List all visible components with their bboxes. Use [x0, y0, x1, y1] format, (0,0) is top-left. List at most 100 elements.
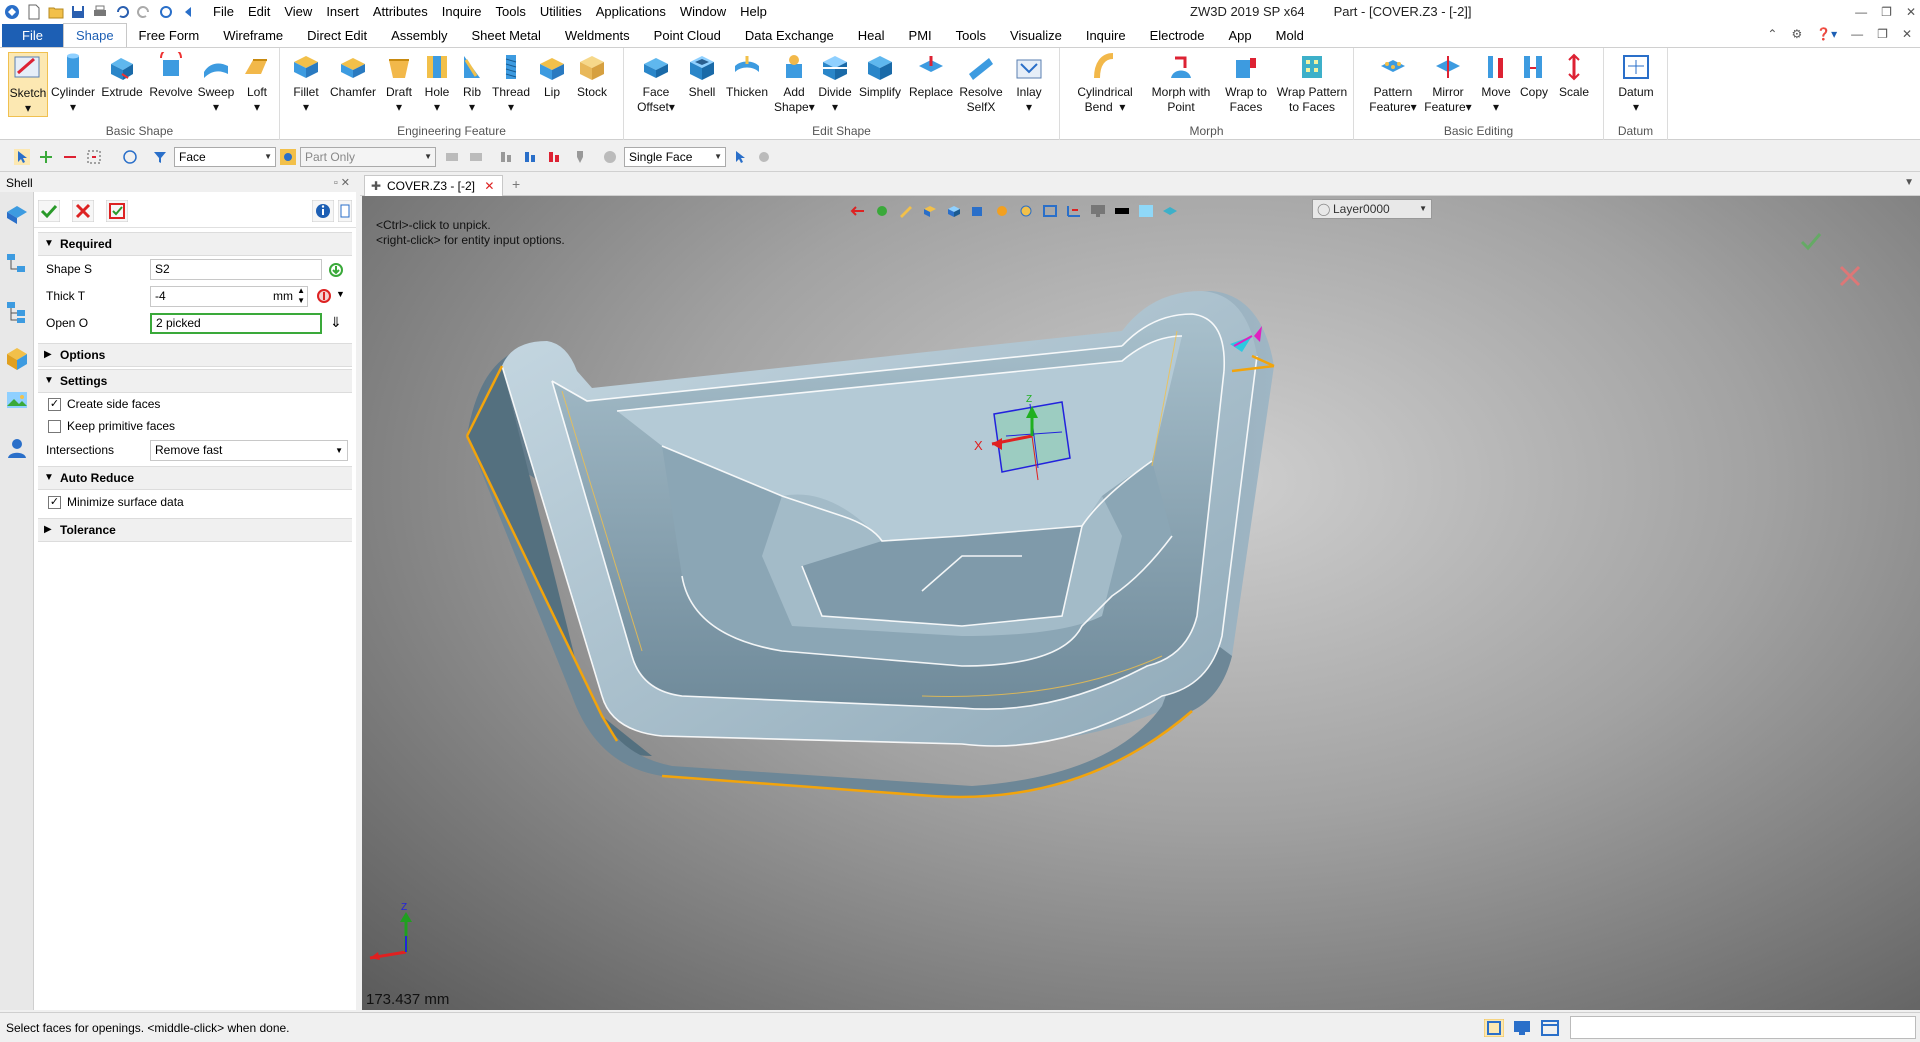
morph-with-point-button[interactable]: Morph with Point	[1144, 52, 1218, 115]
menu-tools[interactable]: Tools	[489, 0, 533, 24]
section-auto-reduce[interactable]: ▼ Auto Reduce	[38, 466, 352, 490]
gear-icon[interactable]: ⚙	[1791, 27, 1802, 41]
cylinder-button[interactable]: Cylinder ▾	[50, 52, 96, 115]
tab-heal[interactable]: Heal	[846, 24, 897, 47]
panel-pin-close-icons[interactable]: ▫ ✕	[334, 174, 350, 192]
3d-viewport[interactable]: ◯ Layer0000 ▼ <Ctrl>-click to unpick. <ri…	[362, 196, 1920, 1010]
close-doc-icon[interactable]: ✕	[1902, 27, 1912, 41]
section-required[interactable]: ▼ Required	[38, 232, 352, 256]
divide-button[interactable]: Divide ▾	[816, 52, 854, 115]
apply-icon[interactable]	[106, 200, 128, 222]
sweep-button[interactable]: Sweep ▾	[196, 52, 236, 115]
document-tab-cover[interactable]: ✚ COVER.Z3 - [-2] ✕	[364, 175, 504, 196]
pick-cursor-icon[interactable]	[14, 149, 30, 165]
tool-b-icon[interactable]	[468, 149, 484, 165]
restore-doc-icon[interactable]: ❐	[1877, 27, 1888, 41]
tab-mold[interactable]: Mold	[1264, 24, 1316, 47]
collapse-ribbon-icon[interactable]: ⌃	[1767, 27, 1777, 41]
tab-assembly[interactable]: Assembly	[379, 24, 459, 47]
status-view-b-icon[interactable]	[1512, 1019, 1532, 1037]
cancel-x-icon[interactable]	[72, 200, 94, 222]
app-logo-icon[interactable]	[4, 4, 20, 20]
add-pick-icon[interactable]	[38, 149, 54, 165]
create-side-faces-checkbox[interactable]: ✓	[48, 398, 61, 411]
menu-file[interactable]: File	[206, 0, 241, 24]
menu-edit[interactable]: Edit	[241, 0, 277, 24]
part-tab-icon[interactable]	[5, 346, 29, 370]
new-file-icon[interactable]	[26, 4, 42, 20]
restore-icon[interactable]: ❐	[1881, 0, 1892, 24]
extrude-button[interactable]: Extrude	[100, 52, 144, 100]
datum-button[interactable]: Datum ▾	[1614, 52, 1658, 115]
draft-button[interactable]: Draft ▾	[380, 52, 418, 115]
revolve-button[interactable]: Revolve	[148, 47, 194, 100]
history-tab-icon[interactable]	[5, 252, 29, 276]
tool-a-icon[interactable]	[444, 149, 460, 165]
tool-f-icon[interactable]	[572, 149, 588, 165]
minimize-surface-checkbox[interactable]: ✓	[48, 496, 61, 509]
tab-list-icon[interactable]: ▼	[1904, 177, 1914, 188]
intersections-select[interactable]: Remove fast ▼	[150, 440, 348, 461]
help-icon[interactable]: ❓▾	[1816, 27, 1837, 41]
face-offset-button[interactable]: Face Offset▾	[632, 52, 680, 115]
shape-filter-icon[interactable]	[122, 149, 138, 165]
pick-mode-select[interactable]: Single Face ▼	[624, 147, 726, 167]
close-icon[interactable]: ✕	[1906, 0, 1916, 24]
open-faces-input[interactable]: 2 picked	[150, 313, 322, 334]
chamfer-button[interactable]: Chamfer	[328, 52, 378, 100]
tool-e-icon[interactable]	[546, 149, 562, 165]
shape-input[interactable]: S2	[150, 259, 322, 280]
thick-measure-icon[interactable]	[316, 288, 332, 304]
image-tab-icon[interactable]	[5, 388, 29, 412]
new-tab-icon[interactable]: +	[512, 176, 520, 192]
print-icon[interactable]	[92, 4, 108, 20]
tab-visualize[interactable]: Visualize	[998, 24, 1074, 47]
mirror-feature-button[interactable]: Mirror Feature▾	[1422, 52, 1474, 115]
filter-type-select[interactable]: Face ▼	[174, 147, 276, 167]
assembly-tab-icon[interactable]	[5, 300, 29, 324]
filter-funnel-icon[interactable]	[152, 149, 168, 165]
keep-primitive-checkbox[interactable]	[48, 420, 61, 433]
open-folder-icon[interactable]	[48, 4, 64, 20]
tab-inquire[interactable]: Inquire	[1074, 24, 1138, 47]
command-input-field[interactable]	[1570, 1016, 1916, 1039]
undo-icon[interactable]	[114, 4, 130, 20]
inlay-button[interactable]: Inlay ▾	[1008, 52, 1050, 115]
tab-data-exchange[interactable]: Data Exchange	[733, 24, 846, 47]
close-tab-icon[interactable]: ✕	[484, 179, 494, 193]
pick-mode-icon[interactable]	[602, 149, 618, 165]
shape-pick-icon[interactable]	[328, 262, 344, 278]
menu-attributes[interactable]: Attributes	[366, 0, 435, 24]
tab-free-form[interactable]: Free Form	[127, 24, 212, 47]
shell-button[interactable]: Shell	[684, 52, 720, 100]
menu-inquire[interactable]: Inquire	[435, 0, 489, 24]
tool-c-icon[interactable]	[498, 149, 514, 165]
simplify-button[interactable]: Simplify	[856, 52, 904, 100]
ok-check-icon[interactable]	[38, 200, 60, 222]
remove-pick-icon[interactable]	[62, 149, 78, 165]
menu-window[interactable]: Window	[673, 0, 733, 24]
tab-direct-edit[interactable]: Direct Edit	[295, 24, 379, 47]
tab-sheet-metal[interactable]: Sheet Metal	[460, 24, 553, 47]
move-button[interactable]: Move ▾	[1478, 52, 1514, 115]
menu-applications[interactable]: Applications	[589, 0, 673, 24]
menu-insert[interactable]: Insert	[319, 0, 366, 24]
regen-icon[interactable]	[158, 4, 174, 20]
scope-select[interactable]: Part Only ▼	[300, 147, 436, 167]
thick-dropdown-icon[interactable]: ▼	[336, 289, 345, 299]
settings-pick-icon[interactable]	[756, 149, 772, 165]
filter-options-icon[interactable]	[86, 149, 102, 165]
cylindrical-bend-button[interactable]: Cylindrical Bend ▾	[1070, 52, 1140, 115]
redo-icon[interactable]	[136, 4, 152, 20]
tab-electrode[interactable]: Electrode	[1138, 24, 1217, 47]
thread-button[interactable]: Thread ▾	[490, 52, 532, 115]
stock-button[interactable]: Stock	[572, 52, 612, 100]
tab-tools[interactable]: Tools	[944, 24, 998, 47]
tab-wireframe[interactable]: Wireframe	[211, 24, 295, 47]
status-view-c-icon[interactable]	[1540, 1019, 1560, 1037]
section-tolerance[interactable]: ▶ Tolerance	[38, 518, 352, 542]
tab-pmi[interactable]: PMI	[897, 24, 944, 47]
info-icon[interactable]	[312, 200, 334, 222]
menu-view[interactable]: View	[277, 0, 319, 24]
replace-button[interactable]: Replace	[908, 52, 954, 100]
